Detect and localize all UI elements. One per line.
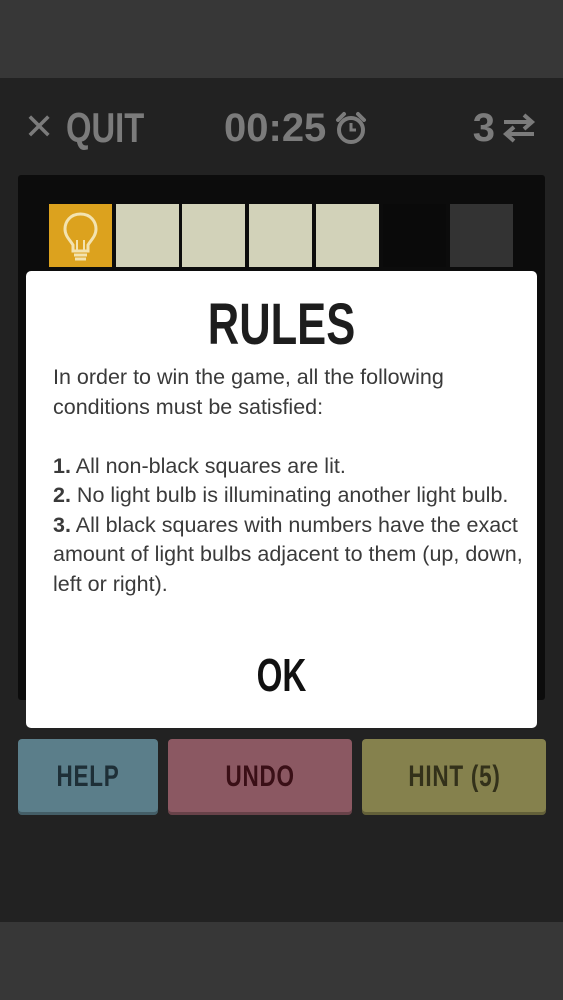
board-cell-bulb[interactable]	[49, 204, 112, 267]
rule-number: 1.	[53, 453, 71, 478]
quit-label: QUIT	[66, 104, 145, 151]
bottom-bar-area	[0, 922, 563, 1000]
board-cell-unlit[interactable]	[450, 204, 513, 267]
rule-text: All non-black squares are lit.	[75, 453, 346, 478]
rule-text: All black squares with numbers have the …	[53, 512, 523, 596]
help-button[interactable]: HELP	[18, 739, 158, 815]
hint-button[interactable]: HINT (5)	[362, 739, 546, 815]
game-header: ✕ QUIT 00:25 3	[0, 100, 563, 162]
timer-value: 00:25	[224, 106, 327, 150]
rule-item: 1. All non-black squares are lit.	[53, 452, 523, 482]
board-cell-lit[interactable]	[316, 204, 379, 267]
board-cell-lit[interactable]	[182, 204, 245, 267]
rules-dialog: RULES In order to win the game, all the …	[26, 271, 537, 728]
hint-label: HINT (5)	[407, 760, 501, 793]
help-label: HELP	[56, 760, 120, 793]
rule-item: 2. No light bulb is illuminating another…	[53, 481, 523, 511]
rule-number: 2.	[53, 483, 71, 507]
undo-label: UNDO	[225, 760, 295, 793]
ok-label: OK	[256, 649, 306, 701]
rule-number: 3.	[53, 512, 71, 537]
rules-intro: In order to win the game, all the follow…	[53, 365, 444, 419]
dialog-title: RULES	[207, 292, 356, 357]
alarm-clock-icon	[336, 112, 367, 144]
board-cell-lit[interactable]	[249, 204, 312, 267]
light-bulb-icon	[63, 212, 98, 261]
close-icon: ✕	[24, 107, 55, 148]
level-number: 3	[472, 106, 495, 150]
rules-text: In order to win the game, all the follow…	[53, 363, 523, 599]
rule-item: 3. All black squares with numbers have t…	[53, 511, 523, 600]
ok-button[interactable]: OK	[231, 647, 331, 703]
status-bar-area	[0, 0, 563, 78]
level-indicator[interactable]: 3	[473, 106, 537, 150]
timer: 00:25	[224, 106, 368, 150]
board-cell-lit[interactable]	[116, 204, 179, 267]
quit-button[interactable]: ✕ QUIT	[24, 106, 167, 150]
board-cell-black	[383, 204, 446, 267]
rule-text: No light bulb is illuminating another li…	[76, 483, 509, 507]
swap-arrows-icon	[502, 113, 536, 143]
undo-button[interactable]: UNDO	[168, 739, 352, 815]
